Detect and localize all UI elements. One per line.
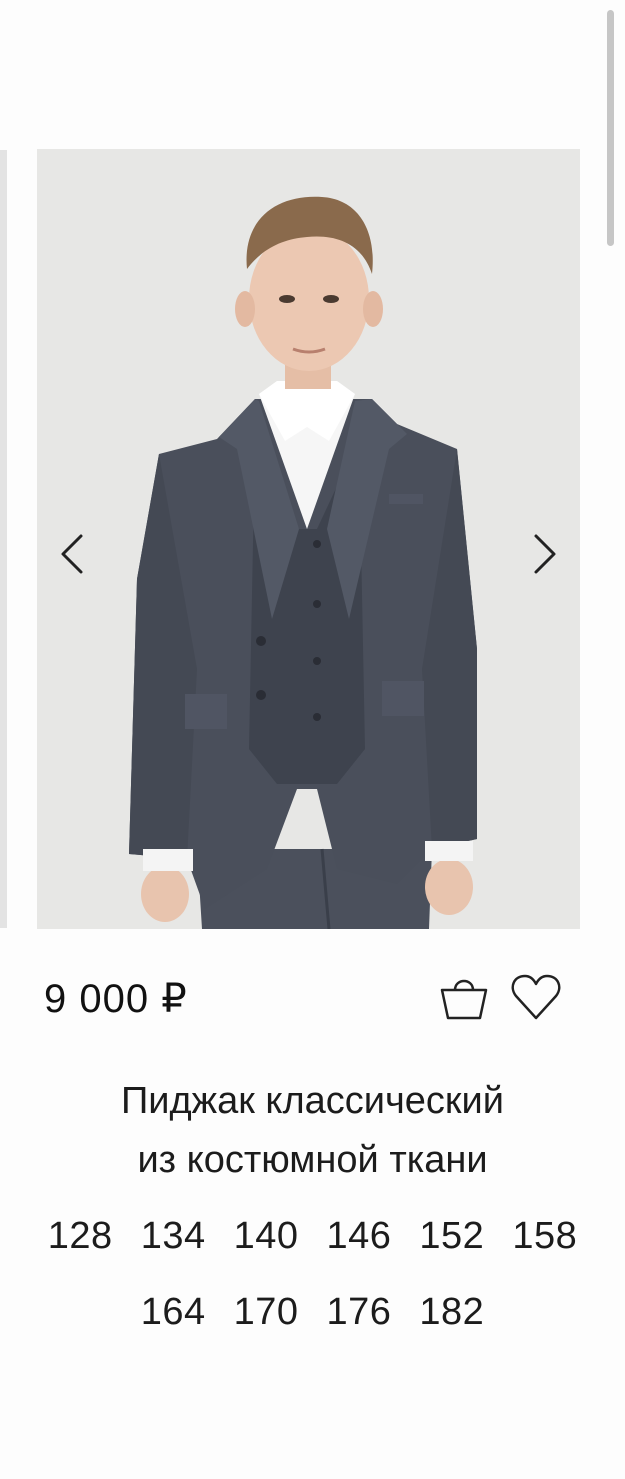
- product-title-line: Пиджак классический: [120, 1080, 505, 1122]
- chevron-left-icon: [61, 534, 83, 574]
- add-to-favorites-button[interactable]: [510, 972, 562, 1024]
- product-image-gallery[interactable]: [37, 149, 580, 929]
- size-option-176[interactable]: 176: [327, 1288, 392, 1336]
- shopping-bag-icon: [440, 979, 488, 1020]
- size-option-158[interactable]: 158: [512, 1212, 577, 1260]
- gallery-next-button[interactable]: [515, 519, 575, 589]
- size-option-182[interactable]: 182: [419, 1288, 484, 1336]
- size-option-152[interactable]: 152: [419, 1212, 484, 1260]
- size-list: 128 134 140 146 152 158 164 170 176 182: [20, 1212, 605, 1336]
- page-scrollbar[interactable]: [607, 10, 614, 246]
- heart-icon: [511, 974, 561, 1020]
- add-to-cart-button[interactable]: [438, 972, 490, 1024]
- chevron-right-icon: [534, 534, 556, 574]
- size-option-164[interactable]: 164: [141, 1288, 206, 1336]
- product-price: 9 000 ₽: [44, 977, 188, 1021]
- size-option-134[interactable]: 134: [141, 1212, 206, 1260]
- size-option-140[interactable]: 140: [234, 1212, 299, 1260]
- size-option-146[interactable]: 146: [327, 1212, 392, 1260]
- size-option-170[interactable]: 170: [234, 1288, 299, 1336]
- previous-card-edge: [0, 150, 7, 928]
- product-photo: [37, 149, 580, 929]
- price-row: 9 000 ₽: [44, 972, 574, 1032]
- product-title[interactable]: Пиджак классический из костюмной ткани: [20, 1072, 605, 1190]
- gallery-prev-button[interactable]: [42, 519, 102, 589]
- product-title-line: из костюмной ткани: [137, 1139, 488, 1181]
- size-option-128[interactable]: 128: [48, 1212, 113, 1260]
